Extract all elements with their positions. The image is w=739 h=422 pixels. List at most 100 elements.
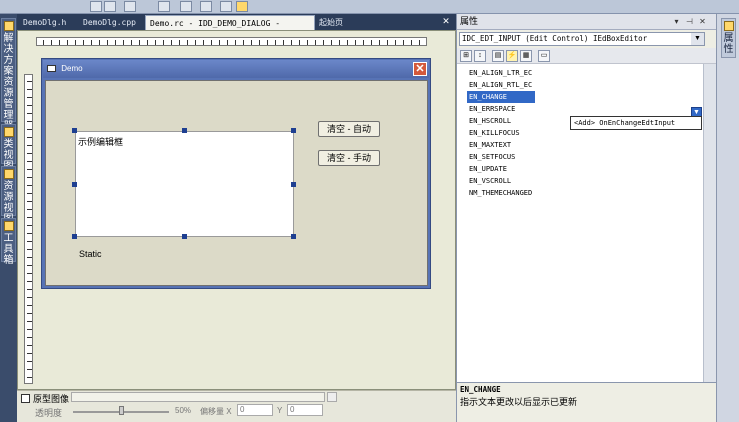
ruler-tick xyxy=(27,369,32,370)
properties-icon[interactable]: ▤ xyxy=(492,50,504,62)
prototype-path-field[interactable] xyxy=(71,392,325,402)
resize-handle[interactable] xyxy=(291,182,296,187)
tab-properties[interactable]: 属性 xyxy=(721,18,736,58)
ruler-tick xyxy=(219,40,220,45)
ruler-tick xyxy=(27,337,32,338)
close-icon[interactable]: ✕ xyxy=(413,62,427,76)
tab-demodlg-cpp[interactable]: DemoDlg.cpp xyxy=(79,15,140,30)
ruler-tick xyxy=(27,241,32,242)
properties-title-bar: 属性 ▾ ⊣ ✕ xyxy=(457,14,717,30)
event-row[interactable]: EN_SETFOCUS xyxy=(457,151,703,163)
ruler-tick xyxy=(147,40,148,45)
ruler-tick xyxy=(355,40,356,45)
event-row[interactable]: EN_ALIGN_RTL_EC xyxy=(457,79,703,91)
ruler-tick xyxy=(27,153,32,154)
ruler-tick xyxy=(27,249,32,250)
ruler-tick xyxy=(283,40,284,45)
ruler-tick xyxy=(27,169,32,170)
clear-auto-button[interactable]: 清空 - 自动 xyxy=(318,121,380,137)
tab-class-view[interactable]: 类视图 xyxy=(1,124,16,172)
toolbar-button[interactable] xyxy=(90,1,102,12)
ruler-tick xyxy=(115,40,116,45)
event-row[interactable]: EN_MAXTEXT xyxy=(457,139,703,151)
alphabetical-icon[interactable]: ↕ xyxy=(474,50,486,62)
pin-icon[interactable]: ⊣ xyxy=(684,16,695,27)
properties-title: 属性 xyxy=(460,16,479,26)
offset-x-input[interactable]: 0 xyxy=(237,404,273,416)
toolbar-button[interactable] xyxy=(236,1,248,12)
ruler-tick xyxy=(27,89,32,90)
ruler-tick xyxy=(27,289,32,290)
toolbar-button[interactable] xyxy=(158,1,170,12)
ruler-tick xyxy=(43,40,44,45)
event-row[interactable]: EN_ALIGN_LTR_EC xyxy=(457,67,703,79)
resize-handle[interactable] xyxy=(72,182,77,187)
ruler-tick xyxy=(67,40,68,45)
prototype-checkbox[interactable] xyxy=(21,394,30,403)
ruler-tick xyxy=(51,40,52,45)
ruler-tick xyxy=(307,40,308,45)
tab-start-page[interactable]: 起始页 xyxy=(315,15,347,30)
resize-handle[interactable] xyxy=(72,234,77,239)
tab-demo-rc-dialog[interactable]: Demo.rc - IDD_DEMO_DIALOG - Dialog* xyxy=(145,15,315,41)
event-row-selected[interactable]: EN_CHANGE xyxy=(457,91,703,103)
tab-solution-explorer[interactable]: 解决方案资源管理器 xyxy=(1,18,16,132)
ruler-tick xyxy=(331,40,332,45)
toolbar-button[interactable] xyxy=(180,1,192,12)
clear-manual-button[interactable]: 清空 - 手动 xyxy=(318,150,380,166)
ruler-tick xyxy=(99,40,100,45)
resize-handle[interactable] xyxy=(291,234,296,239)
left-tool-strip: 解决方案资源管理器 类视图 资源视图 工具箱 xyxy=(0,14,17,422)
ruler-tick xyxy=(27,81,32,82)
dialog-preview[interactable]: Demo ✕ 示例编辑框 清空 - 自动 清空 - 手动 Static xyxy=(41,58,431,289)
close-icon[interactable]: ✕ xyxy=(697,16,708,27)
opacity-slider-thumb[interactable] xyxy=(119,406,124,415)
ruler-tick xyxy=(235,40,236,45)
toolbar-button[interactable] xyxy=(220,1,232,12)
events-icon[interactable]: ⚡ xyxy=(506,50,518,62)
resize-handle[interactable] xyxy=(182,128,187,133)
messages-icon[interactable]: ▦ xyxy=(520,50,532,62)
edit-control[interactable]: 示例编辑框 xyxy=(75,131,294,237)
toolbar-button[interactable] xyxy=(104,1,116,12)
ruler-tick xyxy=(27,305,32,306)
vertical-scrollbar[interactable] xyxy=(703,64,717,382)
close-icon[interactable]: ✕ xyxy=(441,16,451,26)
ruler-tick xyxy=(363,40,364,45)
event-row[interactable]: EN_VSCROLL xyxy=(457,175,703,187)
ruler-tick xyxy=(187,40,188,45)
ruler-tick xyxy=(91,40,92,45)
ruler-tick xyxy=(27,137,32,138)
tab-resource-view[interactable]: 资源视图 xyxy=(1,166,16,225)
ruler-tick xyxy=(347,40,348,45)
tab-demodlg-h[interactable]: DemoDlg.h xyxy=(19,15,70,30)
offset-y-label: Y xyxy=(277,406,283,415)
chevron-down-icon[interactable]: ▼ xyxy=(691,33,704,45)
ruler-tick xyxy=(203,40,204,45)
event-row[interactable]: NM_THEMECHANGED xyxy=(457,187,703,199)
ruler-tick xyxy=(27,225,32,226)
ruler-tick xyxy=(27,361,32,362)
browse-button[interactable] xyxy=(327,392,337,402)
toolbar-button[interactable] xyxy=(124,1,136,12)
event-row[interactable]: EN_UPDATE xyxy=(457,163,703,175)
event-row[interactable]: EN_ERRSPACE xyxy=(457,103,703,115)
ruler-tick xyxy=(371,40,372,45)
toolbar-button[interactable] xyxy=(200,1,212,12)
ruler-tick xyxy=(131,40,132,45)
overrides-icon[interactable]: ▭ xyxy=(538,50,550,62)
ruler-tick xyxy=(27,329,32,330)
ruler-tick xyxy=(83,40,84,45)
handler-dropdown-option[interactable]: <Add> OnEnChangeEdtInput xyxy=(570,116,702,130)
dropdown-icon[interactable]: ▾ xyxy=(671,16,682,27)
tab-toolbox[interactable]: 工具箱 xyxy=(1,218,16,266)
object-selector[interactable]: IDC_EDT_INPUT (Edit Control) IEdBoxEdito… xyxy=(459,32,705,46)
ruler-tick xyxy=(195,40,196,45)
offset-y-input[interactable]: 0 xyxy=(287,404,323,416)
categorized-icon[interactable]: ⊞ xyxy=(460,50,472,62)
resize-handle[interactable] xyxy=(291,128,296,133)
resize-handle[interactable] xyxy=(72,128,77,133)
ruler-tick xyxy=(27,297,32,298)
static-label[interactable]: Static xyxy=(79,249,102,259)
resize-handle[interactable] xyxy=(182,234,187,239)
